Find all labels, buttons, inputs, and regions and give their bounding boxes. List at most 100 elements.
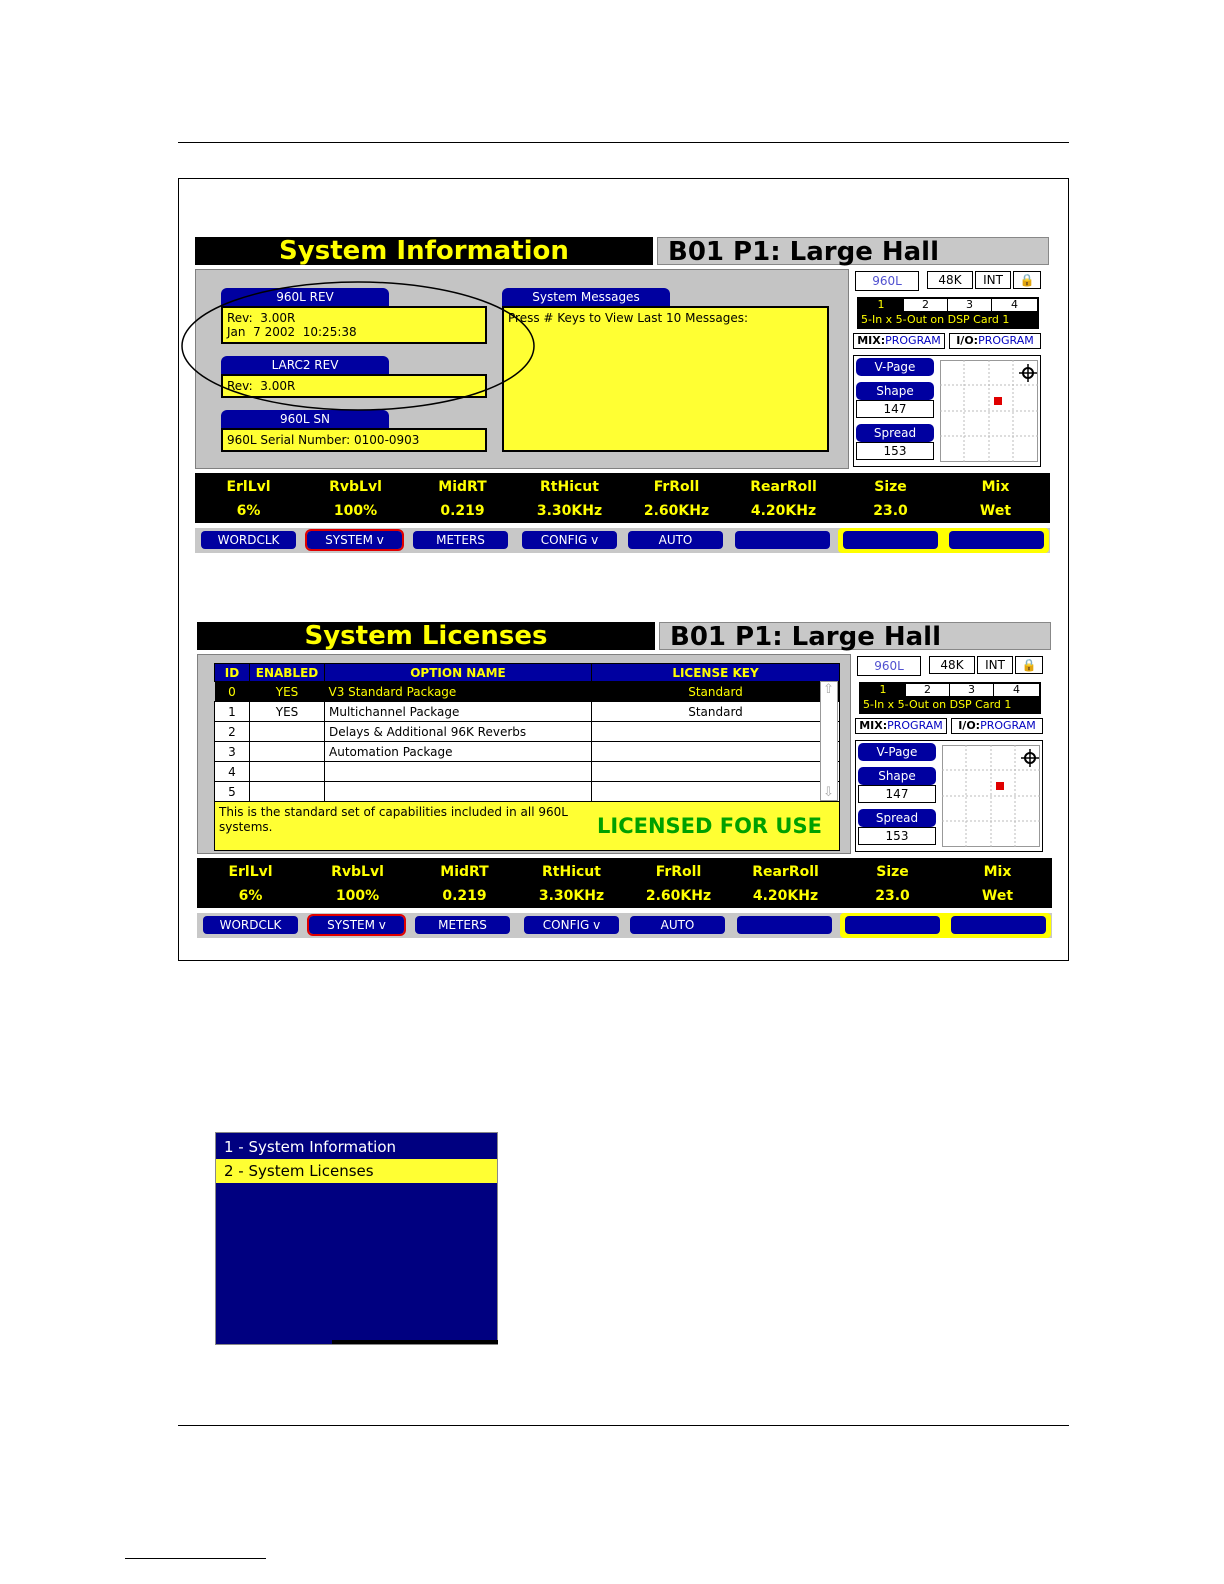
- cell-license-key: Standard: [591, 701, 840, 722]
- system-licenses-screen: System Licenses B01 P1: Large Hall ID EN…: [197, 622, 1052, 942]
- softkey-group: [838, 528, 1049, 553]
- table-row[interactable]: 5: [214, 781, 840, 802]
- system-button[interactable]: SYSTEM v: [305, 529, 404, 551]
- cell-enabled: [249, 741, 325, 762]
- table-scrollbar[interactable]: ⇧ ⇩: [820, 681, 838, 801]
- preset-name: B01 P1: Large Hall: [657, 237, 1049, 266]
- softkey-group: [840, 913, 1051, 938]
- io-value: PROGRAM: [978, 334, 1034, 347]
- parameter-bar: ErlLvl 6% RvbLvl 100% MidRT 0.219 RtHicu…: [195, 473, 1050, 523]
- card-4[interactable]: 4: [992, 299, 1037, 311]
- cell-enabled: [249, 781, 325, 802]
- blank-softkey[interactable]: [951, 916, 1046, 934]
- blank-softkey[interactable]: [949, 531, 1044, 549]
- meters-button[interactable]: METERS: [413, 531, 508, 549]
- auto-button[interactable]: AUTO: [628, 531, 723, 549]
- spread-label: Spread: [856, 424, 934, 442]
- cell-enabled: YES: [249, 701, 325, 722]
- table-row[interactable]: 2 Delays & Additional 96K Reverbs: [214, 721, 840, 742]
- system-button[interactable]: SYSTEM v: [307, 914, 406, 936]
- vpage-button[interactable]: V-Page: [858, 743, 936, 761]
- spread-value[interactable]: 153: [856, 442, 934, 460]
- position-grid[interactable]: [942, 745, 1040, 847]
- param-name: FrRoll: [653, 479, 700, 495]
- card-3[interactable]: 3: [948, 299, 991, 311]
- param-value[interactable]: 100%: [304, 888, 411, 904]
- param-value[interactable]: 3.30KHz: [516, 503, 623, 519]
- card-2[interactable]: 2: [904, 299, 947, 311]
- wordclk-button[interactable]: WORDCLK: [203, 916, 298, 934]
- auto-button[interactable]: AUTO: [630, 916, 725, 934]
- scroll-up-icon[interactable]: ⇧: [823, 682, 834, 697]
- cell-option-name: [324, 761, 592, 782]
- cell-license-key: [591, 761, 840, 782]
- param-name: Mix: [983, 864, 1012, 880]
- mix-value: PROGRAM: [885, 334, 941, 347]
- blank-softkey[interactable]: [843, 531, 938, 549]
- param-name: Size: [874, 479, 907, 495]
- param-value[interactable]: 23.0: [839, 888, 946, 904]
- blank-softkey[interactable]: [737, 916, 832, 934]
- param-value[interactable]: 6%: [197, 888, 304, 904]
- cell-option-name: Multichannel Package: [324, 701, 592, 722]
- cell-id: 5: [214, 781, 250, 802]
- param-value[interactable]: 4.20KHz: [732, 888, 839, 904]
- param-value[interactable]: 100%: [302, 503, 409, 519]
- io-mode: I/O:PROGRAM: [949, 333, 1041, 349]
- menu-item-system-licenses[interactable]: 2 - System Licenses: [216, 1159, 497, 1183]
- cell-license-key: [591, 741, 840, 762]
- card-1[interactable]: 1: [859, 299, 903, 311]
- dsp-config: 5-In x 5-Out on DSP Card 1: [863, 698, 1012, 711]
- param-value[interactable]: 0.219: [409, 503, 516, 519]
- param-value[interactable]: 3.30KHz: [518, 888, 625, 904]
- card-2[interactable]: 2: [906, 684, 949, 696]
- licenses-panel: ID ENABLED OPTION NAME LICENSE KEY 0 YES…: [197, 654, 851, 854]
- card-1[interactable]: 1: [861, 684, 905, 696]
- license-status: LICENSED FOR USE: [597, 814, 822, 838]
- meters-button[interactable]: METERS: [415, 916, 510, 934]
- position-marker: [994, 397, 1002, 405]
- vpage-panel: V-Page Shape 147 Spread 153: [855, 740, 1043, 852]
- col-license-key: LICENSE KEY: [591, 663, 840, 682]
- config-button[interactable]: CONFIG v: [522, 531, 617, 549]
- table-row[interactable]: 0 YES V3 Standard Package Standard: [214, 681, 840, 702]
- sample-rate: 48K: [927, 271, 973, 289]
- sn-box: 960L Serial Number: 0100-0903: [221, 428, 487, 452]
- param-value[interactable]: 0.219: [411, 888, 518, 904]
- param-value[interactable]: Wet: [944, 888, 1051, 904]
- shape-value[interactable]: 147: [858, 785, 936, 803]
- card-4[interactable]: 4: [994, 684, 1039, 696]
- param-name: RtHicut: [540, 479, 599, 495]
- shape-value[interactable]: 147: [856, 400, 934, 418]
- table-row[interactable]: 4: [214, 761, 840, 782]
- cell-id: 3: [214, 741, 250, 762]
- spread-value[interactable]: 153: [858, 827, 936, 845]
- softkey-bar: WORDCLK SYSTEM v METERS CONFIG v AUTO: [195, 528, 1050, 553]
- cell-license-key: [591, 721, 840, 742]
- info-panel: 960L REV Rev: 3.00R Jan 7 2002 10:25:38 …: [181, 269, 849, 469]
- blank-softkey[interactable]: [845, 916, 940, 934]
- table-row[interactable]: 1 YES Multichannel Package Standard: [214, 701, 840, 722]
- dsp-card-box: 1 2 3 4 5-In x 5-Out on DSP Card 1: [857, 297, 1039, 329]
- card-3[interactable]: 3: [950, 684, 993, 696]
- scroll-down-icon[interactable]: ⇩: [823, 785, 834, 800]
- licenses-table: ID ENABLED OPTION NAME LICENSE KEY 0 YES…: [214, 663, 840, 802]
- param-value[interactable]: 23.0: [837, 503, 944, 519]
- table-row[interactable]: 3 Automation Package: [214, 741, 840, 762]
- param-value[interactable]: 6%: [195, 503, 302, 519]
- position-grid[interactable]: [940, 360, 1038, 462]
- param-value[interactable]: 4.20KHz: [730, 503, 837, 519]
- preset-name: B01 P1: Large Hall: [659, 622, 1051, 651]
- menu-item-system-information[interactable]: 1 - System Information: [216, 1135, 497, 1159]
- param-name: RtHicut: [542, 864, 601, 880]
- blank-softkey[interactable]: [735, 531, 830, 549]
- param-value[interactable]: Wet: [942, 503, 1049, 519]
- footer-rule: [178, 1425, 1069, 1426]
- param-value[interactable]: 2.60KHz: [623, 503, 730, 519]
- config-button[interactable]: CONFIG v: [524, 916, 619, 934]
- mix-mode: MIX:PROGRAM: [855, 718, 947, 734]
- param-value[interactable]: 2.60KHz: [625, 888, 732, 904]
- wordclk-button[interactable]: WORDCLK: [201, 531, 296, 549]
- param-name: RearRoll: [752, 864, 819, 880]
- vpage-button[interactable]: V-Page: [856, 358, 934, 376]
